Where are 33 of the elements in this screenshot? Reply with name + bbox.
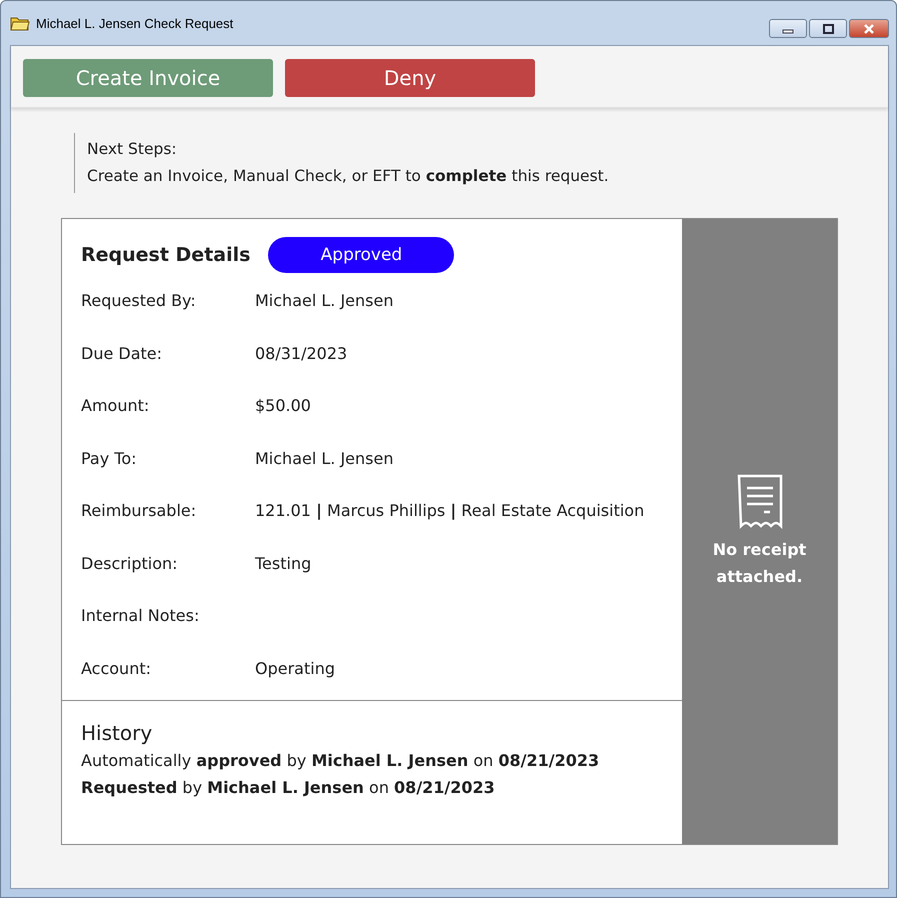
close-button[interactable] <box>849 19 889 38</box>
field-label: Account: <box>81 658 152 678</box>
window-title: Michael L. Jensen Check Request <box>36 16 234 30</box>
field-label: Amount: <box>81 396 150 415</box>
field-value: Michael L. Jensen <box>255 291 394 310</box>
no-receipt-message: No receipt attached. <box>712 538 808 588</box>
history-entry: Requested by Michael L. Jensen on 08/21/2023 <box>81 777 495 799</box>
field-value: Testing <box>255 554 312 572</box>
status-badge: Approved <box>268 237 454 273</box>
field-label: Requested By: <box>81 291 197 310</box>
field-value: 121.01 | Marcus Phillips | Real Estate Acquisition <box>255 501 644 520</box>
field-value: $50.00 <box>255 396 311 415</box>
section-title: History <box>81 721 152 745</box>
deny-button[interactable]: Deny <box>285 59 535 97</box>
close-icon <box>863 24 875 34</box>
field-label: Internal Notes: <box>81 606 200 625</box>
next-steps-text: Create an Invoice, Manual Check, or EFT to complete this request. <box>87 166 609 187</box>
maximize-icon <box>822 24 834 34</box>
field-label: Description: <box>81 554 179 572</box>
section-title: Request Details <box>81 244 250 266</box>
maximize-button[interactable] <box>809 19 847 38</box>
create-invoice-button[interactable]: Create Invoice <box>23 59 273 97</box>
field-value: 08/31/2023 <box>255 344 348 362</box>
field-label: Pay To: <box>81 448 138 468</box>
next-steps-heading: Next Steps: <box>87 139 177 160</box>
field-value: Operating <box>255 658 335 678</box>
field-value: Michael L. Jensen <box>255 448 394 468</box>
field-label: Due Date: <box>81 344 164 362</box>
field-label: Reimbursable: <box>81 501 198 520</box>
minimize-button[interactable] <box>769 19 807 38</box>
history-entry: Automatically approved by Michael L. Jensen on 08/21/2023 <box>81 750 600 772</box>
folder-icon <box>10 15 30 31</box>
receipt-icon <box>736 474 784 530</box>
